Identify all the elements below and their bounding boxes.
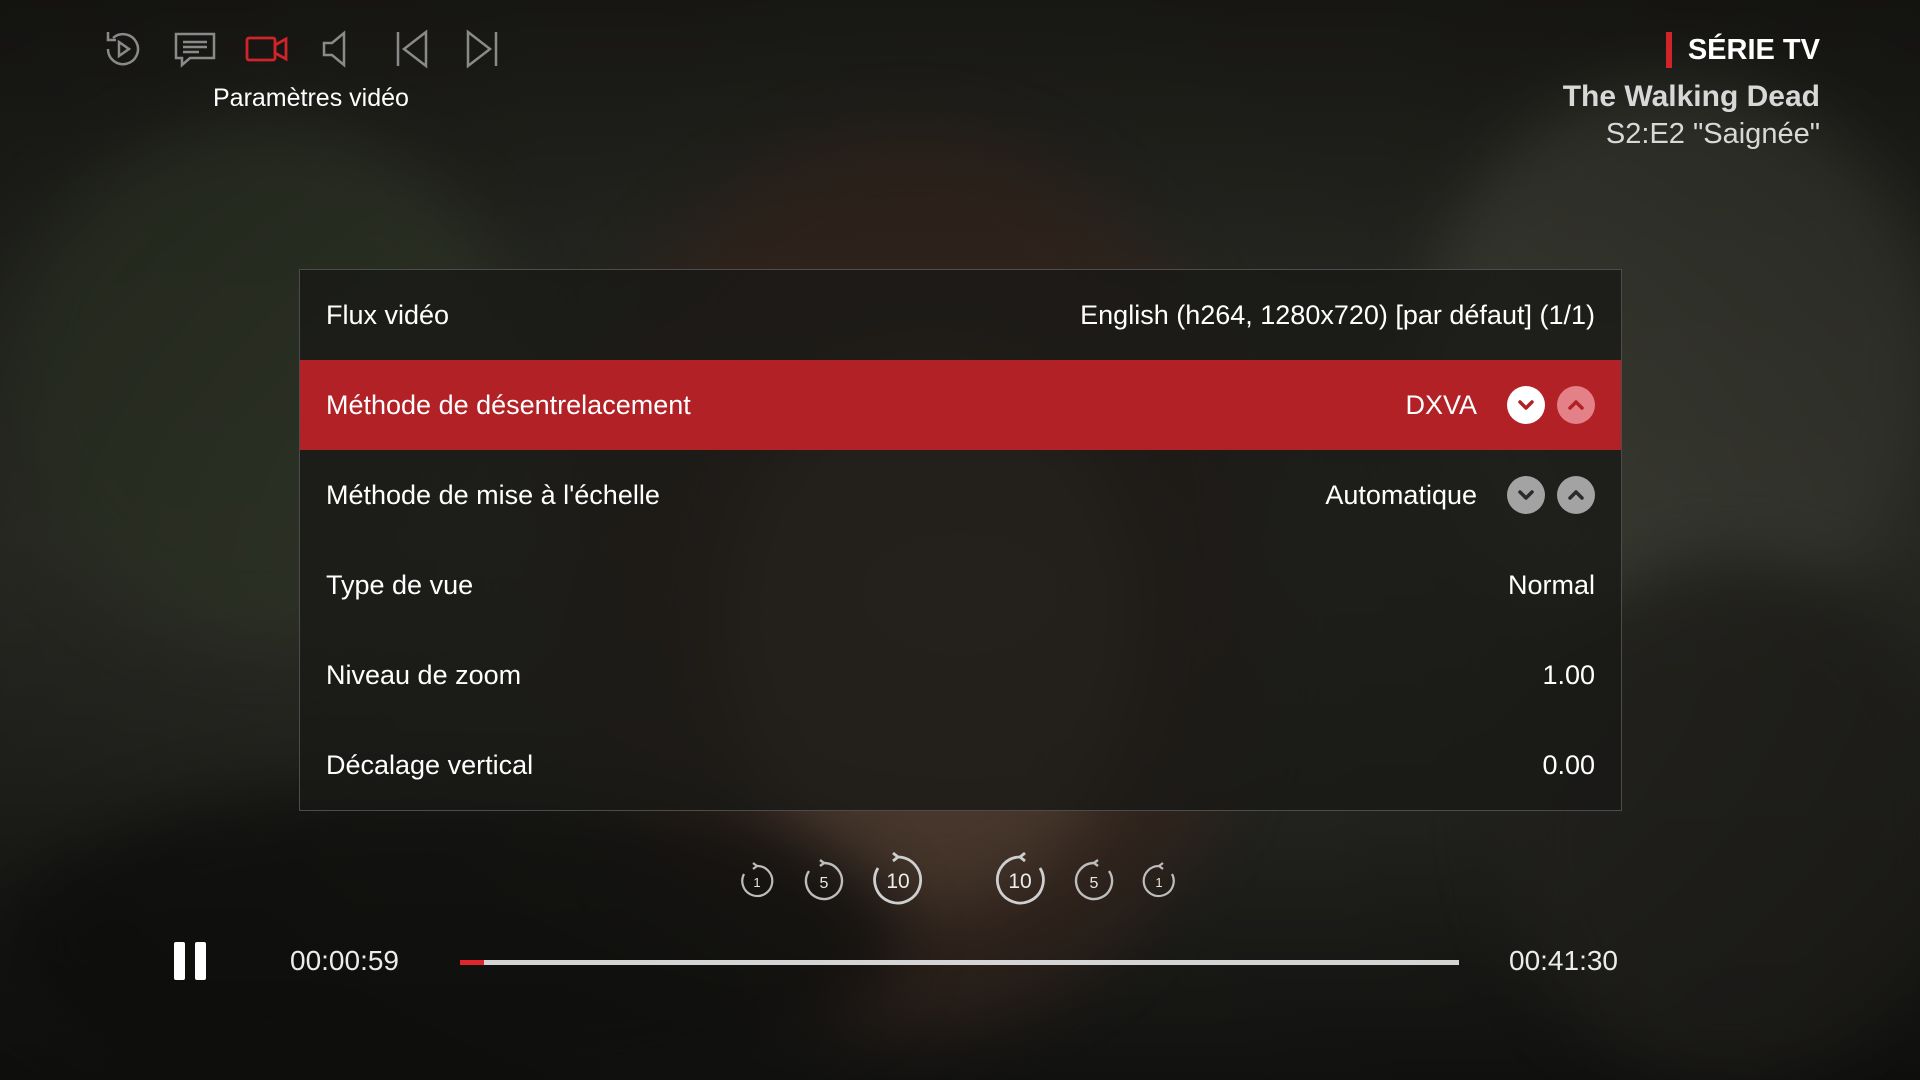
video-settings-panel: Flux vidéo English (h264, 1280x720) [par… — [299, 269, 1622, 811]
rewind-5-button[interactable]: 5 — [802, 859, 846, 903]
setting-value: 0.00 — [1542, 749, 1595, 780]
setting-value: 1.00 — [1542, 659, 1595, 690]
setting-row-deinterlace[interactable]: Méthode de désentrelacement DXVA — [300, 360, 1621, 450]
setting-value: Automatique — [1325, 479, 1477, 510]
chevron-up-icon[interactable] — [1557, 386, 1595, 424]
seek-bar[interactable] — [460, 960, 1459, 965]
setting-value: English (h264, 1280x720) [par défaut] (1… — [1080, 299, 1595, 330]
setting-label: Type de vue — [326, 569, 474, 600]
audio-icon[interactable] — [316, 26, 362, 72]
skip-label: 5 — [820, 875, 829, 892]
setting-label: Flux vidéo — [326, 299, 450, 330]
show-title: The Walking Dead — [1562, 80, 1820, 113]
chevron-down-icon[interactable] — [1507, 476, 1545, 514]
setting-row-video-stream[interactable]: Flux vidéo English (h264, 1280x720) [par… — [300, 270, 1621, 360]
video-settings-icon[interactable] — [244, 26, 290, 72]
active-menu-label: Paramètres vidéo — [213, 84, 409, 112]
chevron-down-icon[interactable] — [1507, 386, 1545, 424]
skip-controls: 1 5 10 10 5 1 — [738, 852, 1192, 910]
forward-1-button[interactable]: 1 — [1140, 862, 1178, 900]
next-icon[interactable] — [460, 26, 506, 72]
setting-label: Niveau de zoom — [326, 659, 522, 690]
skip-label: 1 — [1155, 875, 1162, 890]
current-time: 00:00:59 — [290, 945, 399, 976]
media-info: SÉRIE TV The Walking Dead S2:E2 "Saignée… — [1563, 32, 1820, 151]
skip-label: 10 — [886, 870, 909, 893]
setting-value: DXVA — [1405, 389, 1477, 420]
skip-label: 1 — [753, 875, 760, 890]
forward-10-button[interactable]: 10 — [992, 852, 1048, 908]
player-toolbar — [100, 26, 506, 72]
setting-row-scaling[interactable]: Méthode de mise à l'échelle Automatique — [300, 450, 1621, 540]
total-time: 00:41:30 — [1509, 945, 1618, 976]
pause-icon — [174, 942, 185, 980]
pause-button[interactable] — [174, 942, 206, 980]
setting-label: Méthode de mise à l'échelle — [326, 479, 660, 510]
seek-bar-progress — [460, 960, 484, 965]
setting-label: Méthode de désentrelacement — [326, 389, 691, 420]
setting-label: Décalage vertical — [326, 749, 534, 780]
replay-icon[interactable] — [100, 26, 146, 72]
skip-label: 10 — [1008, 870, 1031, 893]
previous-icon[interactable] — [388, 26, 434, 72]
rewind-1-button[interactable]: 1 — [738, 862, 776, 900]
setting-row-zoom[interactable]: Niveau de zoom 1.00 — [300, 630, 1621, 720]
episode-title: S2:E2 "Saignée" — [1605, 118, 1820, 150]
setting-value: Normal — [1507, 569, 1595, 600]
skip-label: 5 — [1090, 875, 1099, 892]
forward-5-button[interactable]: 5 — [1072, 859, 1116, 903]
rewind-10-button[interactable]: 10 — [870, 852, 926, 908]
setting-row-view-type[interactable]: Type de vue Normal — [300, 540, 1621, 630]
subtitles-icon[interactable] — [172, 26, 218, 72]
chevron-up-icon[interactable] — [1557, 476, 1595, 514]
setting-row-vertical-shift[interactable]: Décalage vertical 0.00 — [300, 720, 1621, 810]
category-label: SÉRIE TV — [1665, 32, 1820, 68]
